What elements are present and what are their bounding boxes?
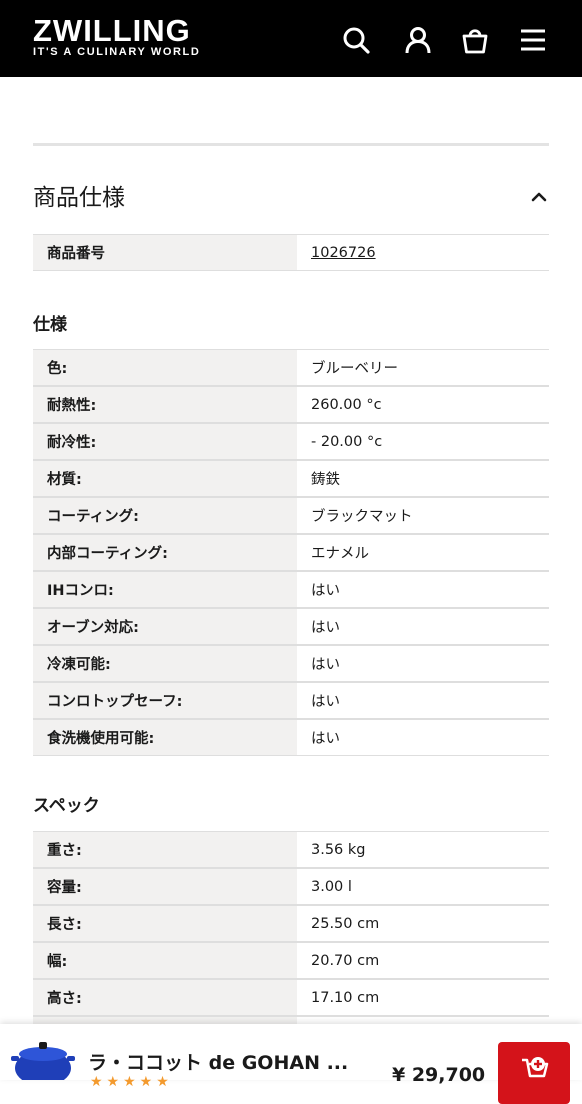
spec-value: はい <box>297 681 549 720</box>
rating-stars: ★★★★★ <box>90 1074 173 1090</box>
table-row: 幅: 20.70 cm <box>33 941 549 980</box>
table-row: 材質: 鋳鉄 <box>33 459 549 498</box>
spec-label: 商品番号 <box>33 234 297 271</box>
spec-table: 色: ブルーベリー 耐熱性: 260.00 °c 耐冷性: - 20.00 °c 材質… <box>33 349 549 756</box>
product-thumbnail[interactable] <box>10 1038 76 1086</box>
table-row: オーブン対応: はい <box>33 607 549 646</box>
spec-label: 容量: <box>33 867 297 906</box>
table-row: 長さ: 25.50 cm <box>33 904 549 943</box>
spec-label: オーブン対応: <box>33 607 297 646</box>
add-to-cart-button[interactable] <box>498 1042 570 1104</box>
spec-value: エナメル <box>297 533 549 572</box>
spec-value: 17.10 cm <box>297 978 549 1017</box>
table-row: 高さ: 17.10 cm <box>33 978 549 1017</box>
spec-value: 25.50 cm <box>297 904 549 943</box>
sticky-add-to-cart-bar: ラ・ココット de GOHAN ... ★★★★★ ¥ 29,700 <box>0 1024 582 1104</box>
spec-value: 20.70 cm <box>297 941 549 980</box>
product-price: ¥ 29,700 <box>392 1064 486 1086</box>
logo-tagline: IT'S A CULINARY WORLD <box>33 46 201 58</box>
table-row: 耐熱性: 260.00 °c <box>33 385 549 424</box>
spec-label: 色: <box>33 349 297 387</box>
site-header: ZWILLING IT'S A CULINARY WORLD <box>0 0 582 77</box>
zwilling-logo[interactable]: ZWILLING IT'S A CULINARY WORLD <box>33 13 201 59</box>
spec-label: 長さ: <box>33 904 297 943</box>
menu-icon[interactable] <box>519 26 547 54</box>
spec-label: 重さ: <box>33 831 297 869</box>
search-icon[interactable] <box>342 26 370 54</box>
spec-group-title: 仕様 <box>33 315 67 335</box>
table-row: 容量: 3.00 l <box>33 867 549 906</box>
section-title: 商品仕様 <box>33 185 125 211</box>
spec-value: はい <box>297 644 549 683</box>
measure-table: 重さ: 3.56 kg 容量: 3.00 l 長さ: 25.50 cm 幅: 20.70… <box>33 831 549 1053</box>
table-row: 重さ: 3.56 kg <box>33 831 549 869</box>
spec-label: IHコンロ: <box>33 570 297 609</box>
table-row: 耐冷性: - 20.00 °c <box>33 422 549 461</box>
table-row: 冷凍可能: はい <box>33 644 549 683</box>
measure-group-title: スペック <box>33 796 100 816</box>
spec-value: 鋳鉄 <box>297 459 549 498</box>
table-row: コンロトップセーフ: はい <box>33 681 549 720</box>
spec-label: 食洗機使用可能: <box>33 718 297 756</box>
spec-label: 材質: <box>33 459 297 498</box>
user-icon[interactable] <box>404 26 432 54</box>
table-row: IHコンロ: はい <box>33 570 549 609</box>
table-row: 色: ブルーベリー <box>33 349 549 387</box>
spec-label: 内部コーティング: <box>33 533 297 572</box>
shopping-bag-icon[interactable] <box>461 26 489 54</box>
table-row: コーティング: ブラックマット <box>33 496 549 535</box>
spec-value: ブルーベリー <box>297 349 549 387</box>
spec-value: 3.00 l <box>297 867 549 906</box>
spec-value: はい <box>297 607 549 646</box>
table-row: 食洗機使用可能: はい <box>33 718 549 756</box>
spec-label: 幅: <box>33 941 297 980</box>
spec-value: 260.00 °c <box>297 385 549 424</box>
spec-value: はい <box>297 718 549 756</box>
spec-label: コーティング: <box>33 496 297 535</box>
item-number-link[interactable]: 1026726 <box>311 245 376 261</box>
spec-label: 冷凍可能: <box>33 644 297 683</box>
table-row: 商品番号 1026726 <box>33 234 549 271</box>
spec-value: ブラックマット <box>297 496 549 535</box>
product-name: ラ・ココット de GOHAN ... <box>88 1052 349 1074</box>
spec-label: 耐熱性: <box>33 385 297 424</box>
spec-value: 3.56 kg <box>297 831 549 869</box>
spec-label: 耐冷性: <box>33 422 297 461</box>
section-divider <box>33 143 549 146</box>
cart-plus-icon <box>522 1057 549 1078</box>
chevron-up-icon[interactable] <box>528 186 550 208</box>
spec-value: - 20.00 °c <box>297 422 549 461</box>
spec-value: 1026726 <box>297 234 549 271</box>
logo-wordmark: ZWILLING <box>33 13 191 48</box>
table-row: 内部コーティング: エナメル <box>33 533 549 572</box>
spec-label: コンロトップセーフ: <box>33 681 297 720</box>
spec-value: はい <box>297 570 549 609</box>
spec-label: 高さ: <box>33 978 297 1017</box>
item-number-table: 商品番号 1026726 <box>33 234 549 271</box>
